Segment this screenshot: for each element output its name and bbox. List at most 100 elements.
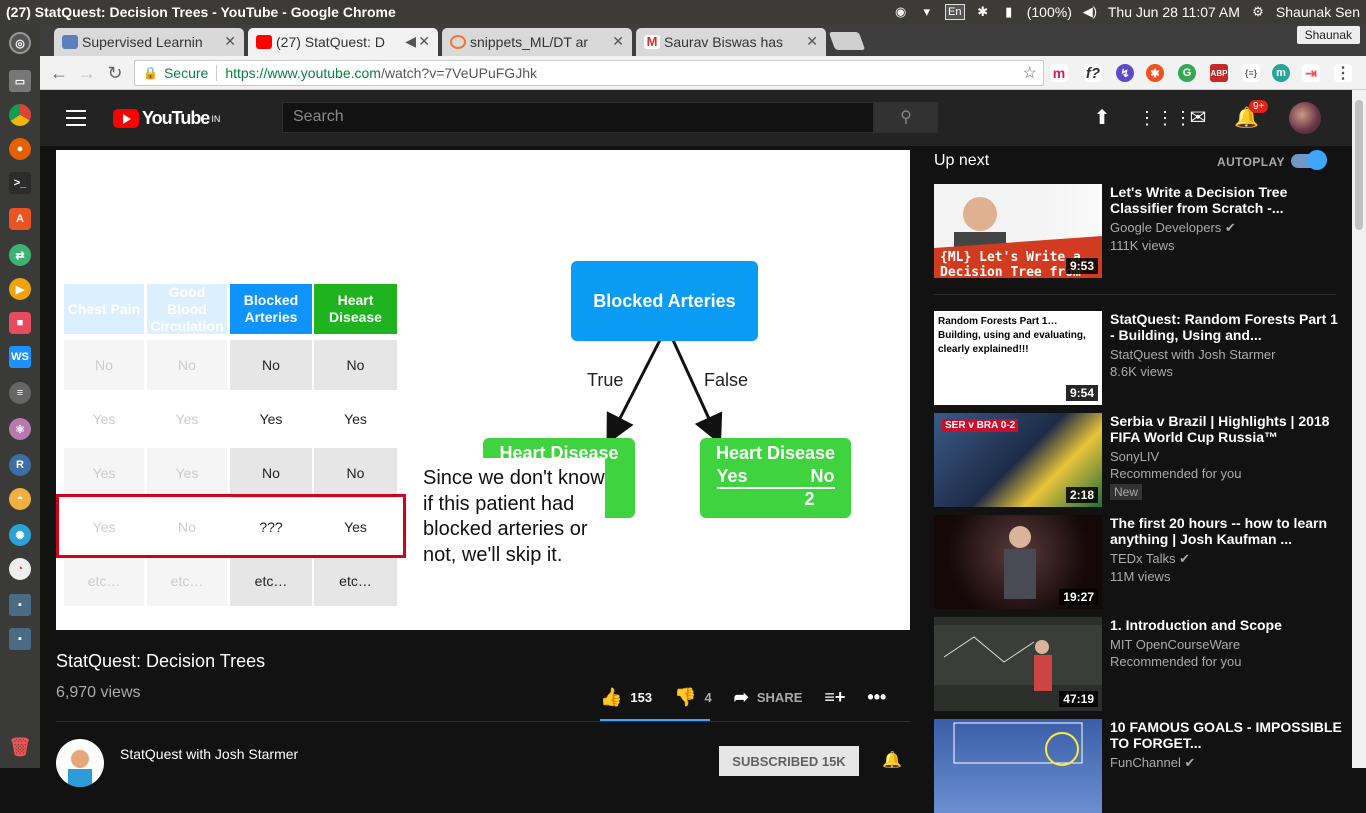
recommendation-title[interactable]: StatQuest: Random Forests Part 1 - Build… [1110,311,1346,343]
channel-avatar[interactable] [56,739,104,787]
recommendation-item[interactable]: SER v BRA 0-2 2:18 Serbia v Brazil | Hig… [934,413,1352,507]
chrome-tray-icon[interactable]: ◉ [893,4,909,20]
tab-statquest[interactable]: (27) StatQuest: D ◀ ✕ [248,28,438,56]
more-actions-button[interactable]: ••• [867,687,886,708]
tab-supervised-learning[interactable]: Supervised Learnin ✕ [54,28,244,56]
clock[interactable]: Thu Jun 28 11:07 AM [1108,4,1240,20]
account-avatar[interactable] [1289,102,1321,134]
recommendation-meta: Recommended for you [1110,654,1242,669]
recommendation-item[interactable]: 19:27 The first 20 hours -- how to learn… [934,515,1352,609]
recommendation-item[interactable]: 47:19 1. Introduction and Scope MIT Open… [934,617,1352,711]
video-thumbnail[interactable]: SER v BRA 0-2 2:18 [934,413,1102,507]
atom-icon[interactable]: ⚛ [9,418,31,440]
video-player[interactable]: Chest Pain Good Blood Circulation Blocke… [56,150,910,630]
new-tab-button[interactable] [828,32,866,50]
webstorm-icon[interactable]: WS [9,346,31,368]
bluetooth-icon[interactable]: ✱ [975,4,991,20]
messages-icon[interactable]: ✉ [1186,106,1210,130]
extension-flow-icon[interactable]: ↯ [1116,64,1134,82]
r-icon[interactable]: R [9,454,31,476]
tab-snippets[interactable]: snippets_ML/DT ar ✕ [442,28,632,56]
software-center-icon[interactable]: A [9,208,31,230]
extension-m-green-icon[interactable]: m [1272,64,1290,82]
autoplay-toggle[interactable] [1291,150,1327,170]
recommendation-title[interactable]: 10 FAMOUS GOALS - IMPOSSIBLE TO FORGET..… [1110,719,1346,751]
media-app-icon[interactable]: ■ [9,312,31,334]
terminal-icon[interactable]: >_ [9,172,31,194]
youtube-header: YouTube IN Search ⚲ ⬆ ⋮⋮⋮ ✉ 🔔 9+ [40,90,1352,146]
video-thumbnail[interactable]: 19:27 [934,515,1102,609]
profile-button[interactable]: Shaunak [1296,26,1360,44]
keyboard-indicator[interactable]: En [944,4,965,20]
close-icon[interactable]: ✕ [418,33,430,50]
firefox-icon[interactable]: ● [9,138,31,160]
recommendation-title[interactable]: 1. Introduction and Scope [1110,617,1346,633]
video-thumbnail[interactable]: Random Forests Part 1… Building, using a… [934,311,1102,405]
video-thumbnail[interactable]: {ML} Let's Write a Decision Tree from Sc… [934,184,1102,278]
like-button[interactable]: 👍 153 [600,687,652,708]
speaker-icon[interactable]: ◀ [405,33,416,50]
scrollbar-thumb[interactable] [1355,100,1363,230]
grammarly-icon[interactable]: G [1178,64,1196,82]
share-button[interactable]: ➦ SHARE [734,687,803,708]
weather-icon[interactable]: ◓ [9,488,31,510]
battery-percentage[interactable]: (100%) [1027,4,1072,20]
channel-name[interactable]: StatQuest with Josh Starmer [120,746,298,762]
tab-gmail[interactable]: M Saurav Biswas has ✕ [636,28,826,56]
drive-icon-2[interactable]: ▪ [9,628,31,650]
settings-icon[interactable]: ✺ [9,524,31,546]
more-icon: ••• [867,686,887,707]
dislike-button[interactable]: 👎 4 [674,687,712,708]
video-thumbnail[interactable] [934,719,1102,813]
adblock-icon[interactable]: ABP [1210,64,1228,82]
recommendation-title[interactable]: The first 20 hours -- how to learn anyth… [1110,515,1346,547]
recommendation-item[interactable]: {ML} Let's Write a Decision Tree from Sc… [934,184,1352,278]
url-text: https://www.youtube.com/watch?v=7VeUPuFG… [225,65,537,81]
search-button[interactable]: ⚲ [874,102,938,133]
upload-icon[interactable]: ⬆ [1090,106,1114,130]
back-button[interactable]: ← [48,62,70,84]
trash-icon[interactable]: 🗑 [9,736,32,758]
extension-orange-icon[interactable]: ✱ [1146,64,1164,82]
chrome-menu-icon[interactable]: ⋮ [1334,64,1352,82]
close-icon[interactable]: ✕ [612,33,624,50]
disk-icon[interactable]: ≡ [9,382,31,404]
apps-grid-icon[interactable]: ⋮⋮⋮ [1138,106,1192,130]
chrome-icon[interactable] [9,104,31,126]
bookmark-star-icon[interactable]: ☆ [1023,63,1037,83]
gear-icon[interactable]: ⚙ [1250,4,1266,20]
recommendation-item[interactable]: Random Forests Part 1… Building, using a… [934,311,1352,405]
volume-icon[interactable]: ◀) [1082,4,1098,20]
add-to-playlist-button[interactable]: ≡+ [824,687,845,708]
reload-button[interactable]: ↻ [104,62,126,84]
video-thumbnail[interactable]: 47:19 [934,617,1102,711]
recommendation-title[interactable]: Serbia v Brazil | Highlights | 2018 FIFA… [1110,413,1346,445]
subscribe-button[interactable]: SUBSCRIBED 15K [719,746,859,776]
extension-share-icon[interactable]: ⇥ [1302,64,1320,82]
youtube-logo[interactable]: YouTube IN [113,108,220,129]
forward-button[interactable]: → [76,62,98,84]
wifi-icon[interactable]: ▾ [919,4,935,20]
drive-icon[interactable]: ▪ [9,594,31,616]
files-icon[interactable]: ▭ [9,70,31,92]
address-bar[interactable]: 🔒 Secure https://www.youtube.com/watch?v… [134,60,1044,86]
recommendation-title[interactable]: Let's Write a Decision Tree Classifier f… [1110,184,1346,216]
share-label: SHARE [756,689,803,705]
hamburger-menu-icon[interactable] [66,110,86,126]
search-input[interactable]: Search [282,102,874,133]
toggle-app-icon[interactable]: ⇄ [9,244,31,266]
vlc-icon[interactable]: ▶ [9,278,31,300]
recommendation-item[interactable]: 10 FAMOUS GOALS - IMPOSSIBLE TO FORGET..… [934,719,1352,813]
toggle-knob[interactable] [1307,150,1327,170]
json-viewer-icon[interactable]: {≡} [1242,64,1260,82]
extension-fx-icon[interactable]: f? [1084,64,1102,82]
battery-icon[interactable]: ▮ [1001,4,1017,20]
close-icon[interactable]: ✕ [806,33,818,50]
notification-bell-icon[interactable]: 🔔 [882,750,902,770]
ubuntu-dash-icon[interactable]: ◎ [9,32,31,54]
page-scrollbar[interactable] [1352,90,1366,768]
close-icon[interactable]: ✕ [224,33,236,50]
user-name[interactable]: Shaunak Sen [1276,4,1360,20]
pie-app-icon[interactable]: ◔ [9,558,31,580]
extension-m-icon[interactable]: m [1050,64,1068,82]
